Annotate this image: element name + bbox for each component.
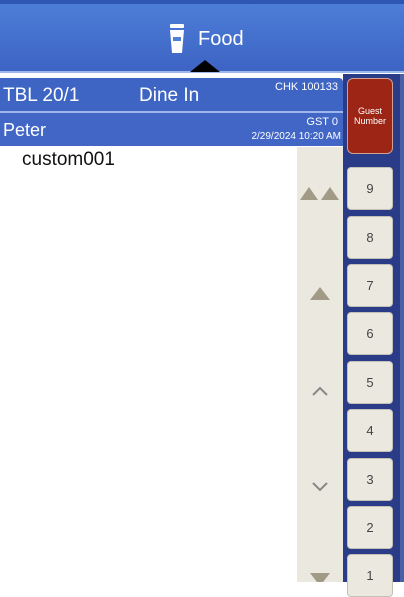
check-number: CHK 100133 bbox=[275, 81, 338, 93]
scroll-top-button[interactable] bbox=[297, 183, 343, 203]
tab-pointer-icon bbox=[190, 60, 220, 72]
line-up-button[interactable] bbox=[297, 381, 343, 401]
page-up-button[interactable] bbox=[297, 283, 343, 303]
cup-icon bbox=[168, 24, 186, 54]
number-8-button[interactable]: 8 bbox=[347, 216, 393, 259]
check-info-panel: TBL 20/1 Dine In CHK 100133 Peter GST 0 … bbox=[0, 78, 343, 146]
chevron-down-icon bbox=[312, 482, 328, 492]
number-6-button[interactable]: 6 bbox=[347, 312, 393, 355]
tab-food[interactable]: Food bbox=[168, 22, 244, 56]
tab-food-label: Food bbox=[198, 27, 244, 50]
server-name: Peter bbox=[3, 120, 47, 140]
number-4-button[interactable]: 4 bbox=[347, 409, 393, 452]
number-panel: Guest Number 9 8 7 6 5 4 3 2 1 bbox=[343, 74, 404, 597]
list-item[interactable]: custom001 bbox=[22, 149, 115, 171]
number-9-button[interactable]: 9 bbox=[347, 167, 393, 210]
double-up-arrow-icon bbox=[300, 187, 339, 200]
number-panel-edge bbox=[400, 74, 404, 582]
chevron-up-icon bbox=[312, 386, 328, 396]
page-down-button[interactable] bbox=[297, 572, 343, 582]
line-down-button[interactable] bbox=[297, 477, 343, 497]
guest-number-button[interactable]: Guest Number bbox=[347, 78, 393, 154]
number-7-button[interactable]: 7 bbox=[347, 264, 393, 307]
scroll-column bbox=[297, 147, 343, 582]
up-arrow-icon bbox=[310, 287, 330, 300]
number-5-button[interactable]: 5 bbox=[347, 361, 393, 404]
guest-number-label-1: Guest bbox=[357, 106, 382, 116]
guest-number-label-2: Number bbox=[353, 116, 386, 126]
down-arrow-icon bbox=[310, 573, 330, 582]
top-bar-edge bbox=[0, 0, 404, 4]
order-type: Dine In bbox=[139, 85, 200, 106]
check-datetime: 2/29/2024 10:20 AM bbox=[251, 131, 341, 142]
number-3-button[interactable]: 3 bbox=[347, 458, 393, 501]
guest-count: GST 0 bbox=[306, 116, 338, 128]
number-2-button[interactable]: 2 bbox=[347, 506, 393, 549]
number-1-button[interactable]: 1 bbox=[347, 554, 393, 597]
table-number: TBL 20/1 bbox=[3, 85, 80, 106]
